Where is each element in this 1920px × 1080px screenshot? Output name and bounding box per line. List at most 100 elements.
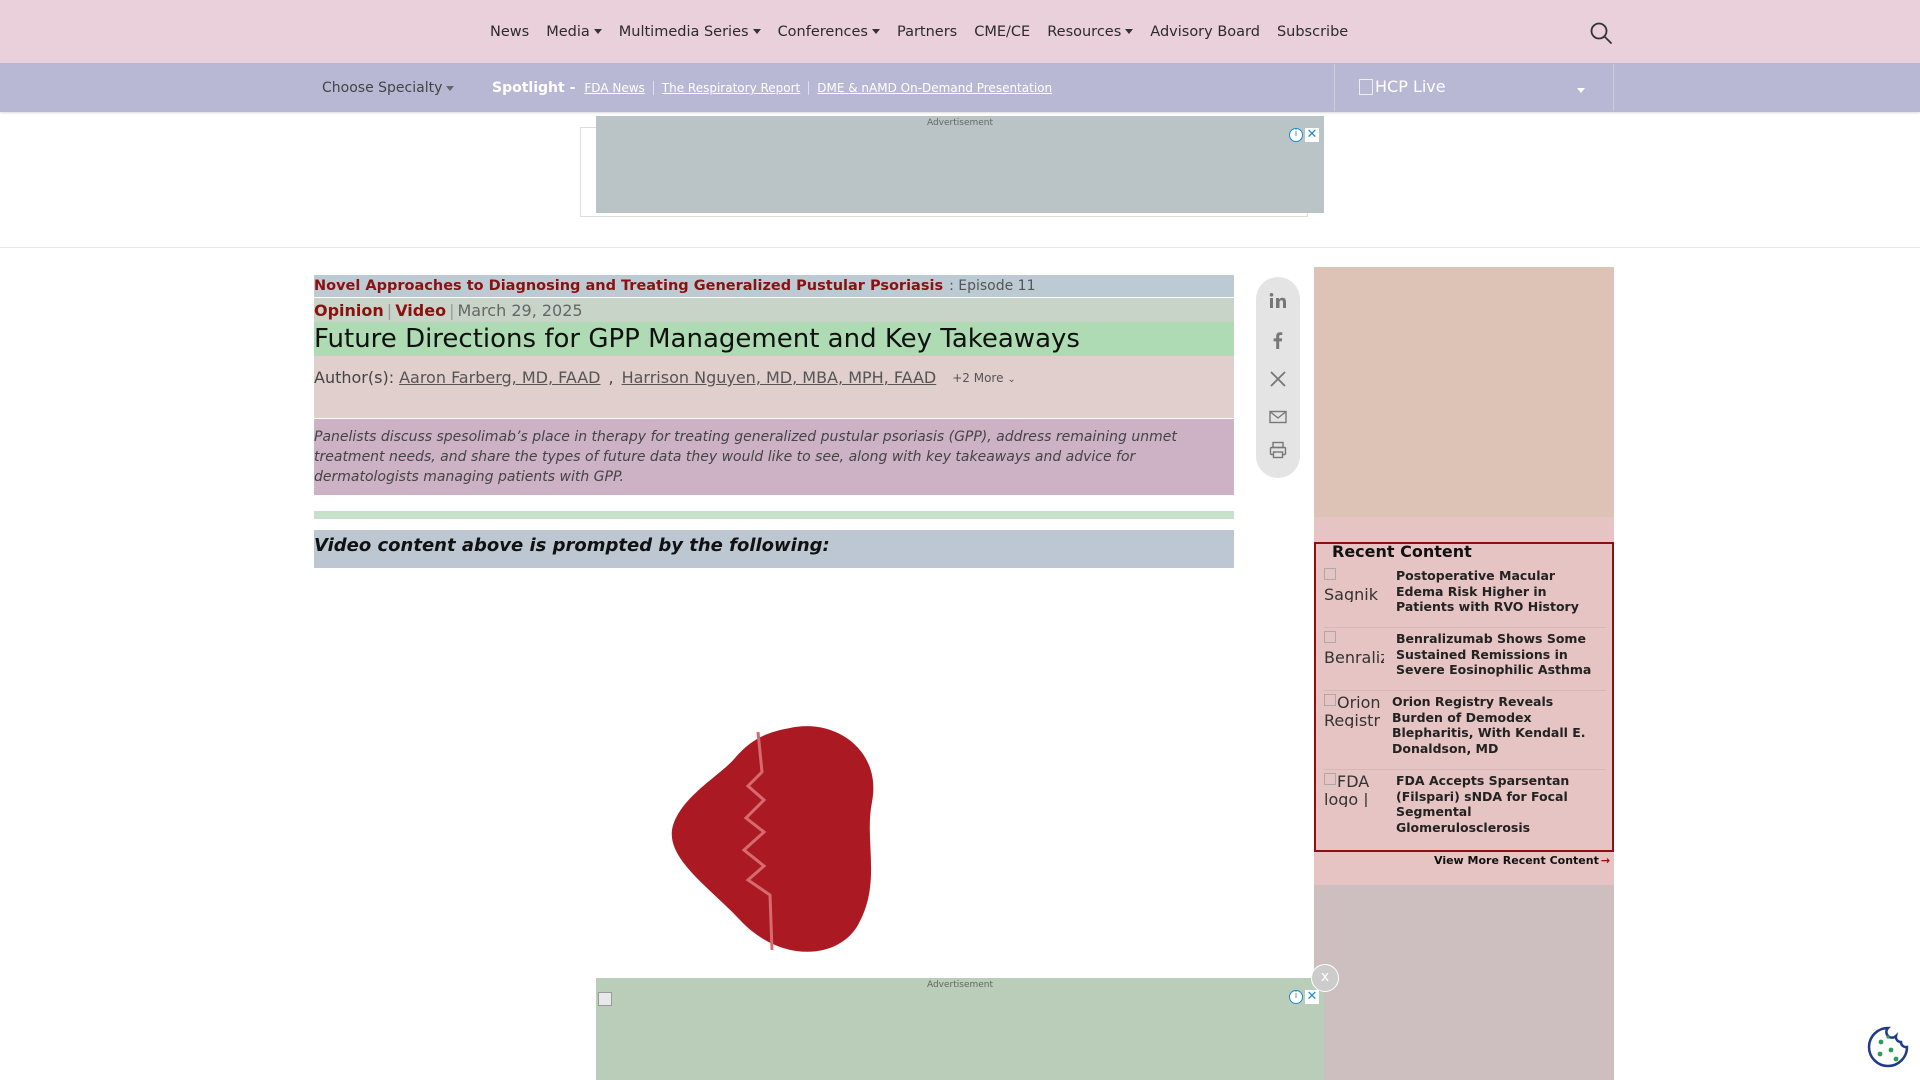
more-authors-button[interactable]: +2 More ⌄	[952, 371, 1015, 385]
caret-down-icon	[1125, 29, 1134, 34]
close-ad-label: x	[1320, 969, 1330, 985]
tag-video[interactable]: Video	[395, 301, 446, 320]
main-menu: News Media Multimedia Series Conferences…	[490, 0, 1365, 63]
share-email-button[interactable]	[1268, 407, 1288, 427]
recent-item[interactable]: Benraliz Benralizumab Shows Some Sustain…	[1324, 631, 1606, 691]
recent-item[interactable]: Sagnik Postoperative Macular Edema Risk …	[1324, 568, 1606, 628]
top-navigation: News Media Multimedia Series Conferences…	[0, 0, 1920, 63]
share-x-button[interactable]	[1268, 369, 1288, 389]
print-button[interactable]	[1268, 440, 1288, 460]
nav-item-advisory-board[interactable]: Advisory Board	[1150, 24, 1260, 40]
summary-text: Panelists discuss spesolimab’s place in …	[314, 429, 1177, 485]
email-icon	[1269, 410, 1287, 424]
header-divider	[0, 247, 1920, 248]
broken-image-icon	[1324, 631, 1336, 643]
x-icon	[1270, 371, 1286, 387]
bottom-sticky-advertisement[interactable]: Advertisement i ✕	[596, 978, 1324, 1080]
recent-thumbnail: Orion Registr	[1324, 694, 1384, 728]
share-rail	[1256, 277, 1300, 478]
nav-label: Advisory Board	[1150, 23, 1260, 40]
nav-label: Subscribe	[1276, 23, 1349, 40]
share-linkedin-button[interactable]	[1268, 291, 1288, 311]
nav-label: Multimedia Series	[618, 23, 749, 40]
share-facebook-button[interactable]	[1268, 330, 1288, 350]
view-more-recent-link[interactable]: View More Recent Content →	[1434, 854, 1610, 867]
caret-down-icon	[752, 29, 761, 34]
sidebar-advertisement[interactable]	[1314, 267, 1614, 517]
recent-item-title: Benralizumab Shows Some Sustained Remiss…	[1396, 631, 1592, 677]
nav-label: Partners	[896, 23, 958, 40]
recent-item-title: FDA Accepts Sparsentan (Filspari) sNDA f…	[1396, 773, 1570, 835]
spotlight-link-fda-news[interactable]: FDA News	[584, 81, 652, 95]
ad-close-icon[interactable]: ✕	[1305, 128, 1319, 142]
meta-separator: |	[449, 300, 455, 320]
view-more-label: View More Recent Content	[1434, 854, 1599, 867]
thumbnail-alt-text: Sagnik	[1324, 585, 1378, 603]
more-authors-label: +2 More	[952, 370, 1004, 385]
publish-date: March 29, 2025	[457, 300, 583, 320]
choose-specialty-label: Choose Specialty	[322, 80, 443, 96]
ad-info-icon[interactable]: i	[1289, 128, 1303, 142]
cookie-icon	[1867, 1026, 1909, 1068]
caret-down-icon	[1577, 88, 1585, 93]
article-meta: Opinion | Video | March 29, 2025	[314, 298, 1234, 322]
nav-item-multimedia-series[interactable]: Multimedia Series	[619, 24, 761, 40]
authors-label: Author(s):	[314, 368, 395, 387]
prompt-heading: Video content above is prompted by the f…	[314, 535, 830, 556]
nav-item-news[interactable]: News	[490, 24, 529, 40]
nav-item-subscribe[interactable]: Subscribe	[1277, 24, 1348, 40]
series-title-link[interactable]: Novel Approaches to Diagnosing and Treat…	[314, 278, 943, 294]
nav-item-resources[interactable]: Resources	[1047, 24, 1134, 40]
choose-specialty-dropdown[interactable]: Choose Specialty	[322, 80, 455, 96]
recent-item-title: Orion Registry Reveals Burden of Demodex…	[1392, 694, 1586, 756]
broken-image-icon	[1324, 694, 1336, 706]
prompt-heading-bar: Video content above is prompted by the f…	[314, 530, 1234, 568]
spotlight: Spotlight - FDA News The Respiratory Rep…	[492, 80, 1060, 96]
nav-item-conferences[interactable]: Conferences	[778, 24, 880, 40]
recent-item[interactable]: FDA logo | FDA Accepts Sparsentan (Filsp…	[1324, 773, 1606, 837]
broken-image-icon	[1324, 773, 1336, 785]
facebook-icon	[1273, 332, 1283, 349]
spotlight-link-dme-namd[interactable]: DME & nAMD On-Demand Presentation	[808, 81, 1060, 95]
recent-thumbnail: FDA logo |	[1324, 773, 1384, 807]
close-ad-button[interactable]: x	[1311, 964, 1339, 992]
ad-choices: i ✕	[1289, 990, 1319, 1004]
nav-item-media[interactable]: Media	[546, 24, 602, 40]
sidebar-advertisement-2[interactable]	[1314, 885, 1614, 1080]
recent-item[interactable]: Orion Registr Orion Registry Reveals Bur…	[1324, 694, 1606, 770]
ad-close-icon[interactable]: ✕	[1305, 990, 1319, 1004]
brand-name: HCP Live	[1375, 77, 1446, 96]
caret-down-icon	[446, 85, 455, 91]
ad-info-icon[interactable]: i	[1289, 990, 1303, 1004]
brand-selector[interactable]: HCP Live	[1334, 64, 1614, 111]
top-advertisement[interactable]: Advertisement i ✕	[596, 116, 1324, 213]
page-title: Future Directions for GPP Management and…	[314, 324, 1080, 354]
author-link[interactable]: Harrison Nguyen, MD, MBA, MPH, FAAD	[622, 368, 937, 387]
author-link[interactable]: Aaron Farberg, MD, FAAD	[399, 368, 600, 387]
caret-down-icon	[871, 29, 880, 34]
search-button[interactable]	[1588, 20, 1614, 46]
nav-item-cme-ce[interactable]: CME/CE	[974, 24, 1030, 40]
recent-content-title: Recent Content	[1332, 542, 1472, 561]
series-header: Novel Approaches to Diagnosing and Treat…	[314, 275, 1234, 297]
tag-opinion[interactable]: Opinion	[314, 301, 384, 320]
recent-thumbnail: Benraliz	[1324, 631, 1384, 665]
linkedin-icon	[1269, 293, 1286, 308]
thumbnail-alt-text: Benraliz	[1324, 648, 1384, 666]
spotlight-link-respiratory-report[interactable]: The Respiratory Report	[652, 81, 808, 95]
cookie-settings-button[interactable]	[1866, 1025, 1910, 1069]
ad-label: Advertisement	[926, 118, 994, 128]
caret-down-icon	[593, 29, 602, 34]
article-summary: Panelists discuss spesolimab’s place in …	[314, 419, 1234, 495]
recent-item-title: Postoperative Macular Edema Risk Higher …	[1396, 568, 1579, 614]
broken-image-icon	[1324, 568, 1336, 580]
broken-image-icon	[598, 992, 612, 1006]
search-icon	[1590, 22, 1612, 44]
heart-illustration	[660, 720, 890, 960]
nav-item-partners[interactable]: Partners	[897, 24, 957, 40]
spotlight-label: Spotlight -	[492, 80, 576, 96]
secondary-navigation: Choose Specialty Spotlight - FDA News Th…	[0, 63, 1920, 112]
nav-label: Conferences	[777, 23, 868, 40]
nav-label: News	[490, 23, 530, 40]
recent-content-box: Recent Content Sagnik Postoperative Macu…	[1314, 542, 1614, 852]
